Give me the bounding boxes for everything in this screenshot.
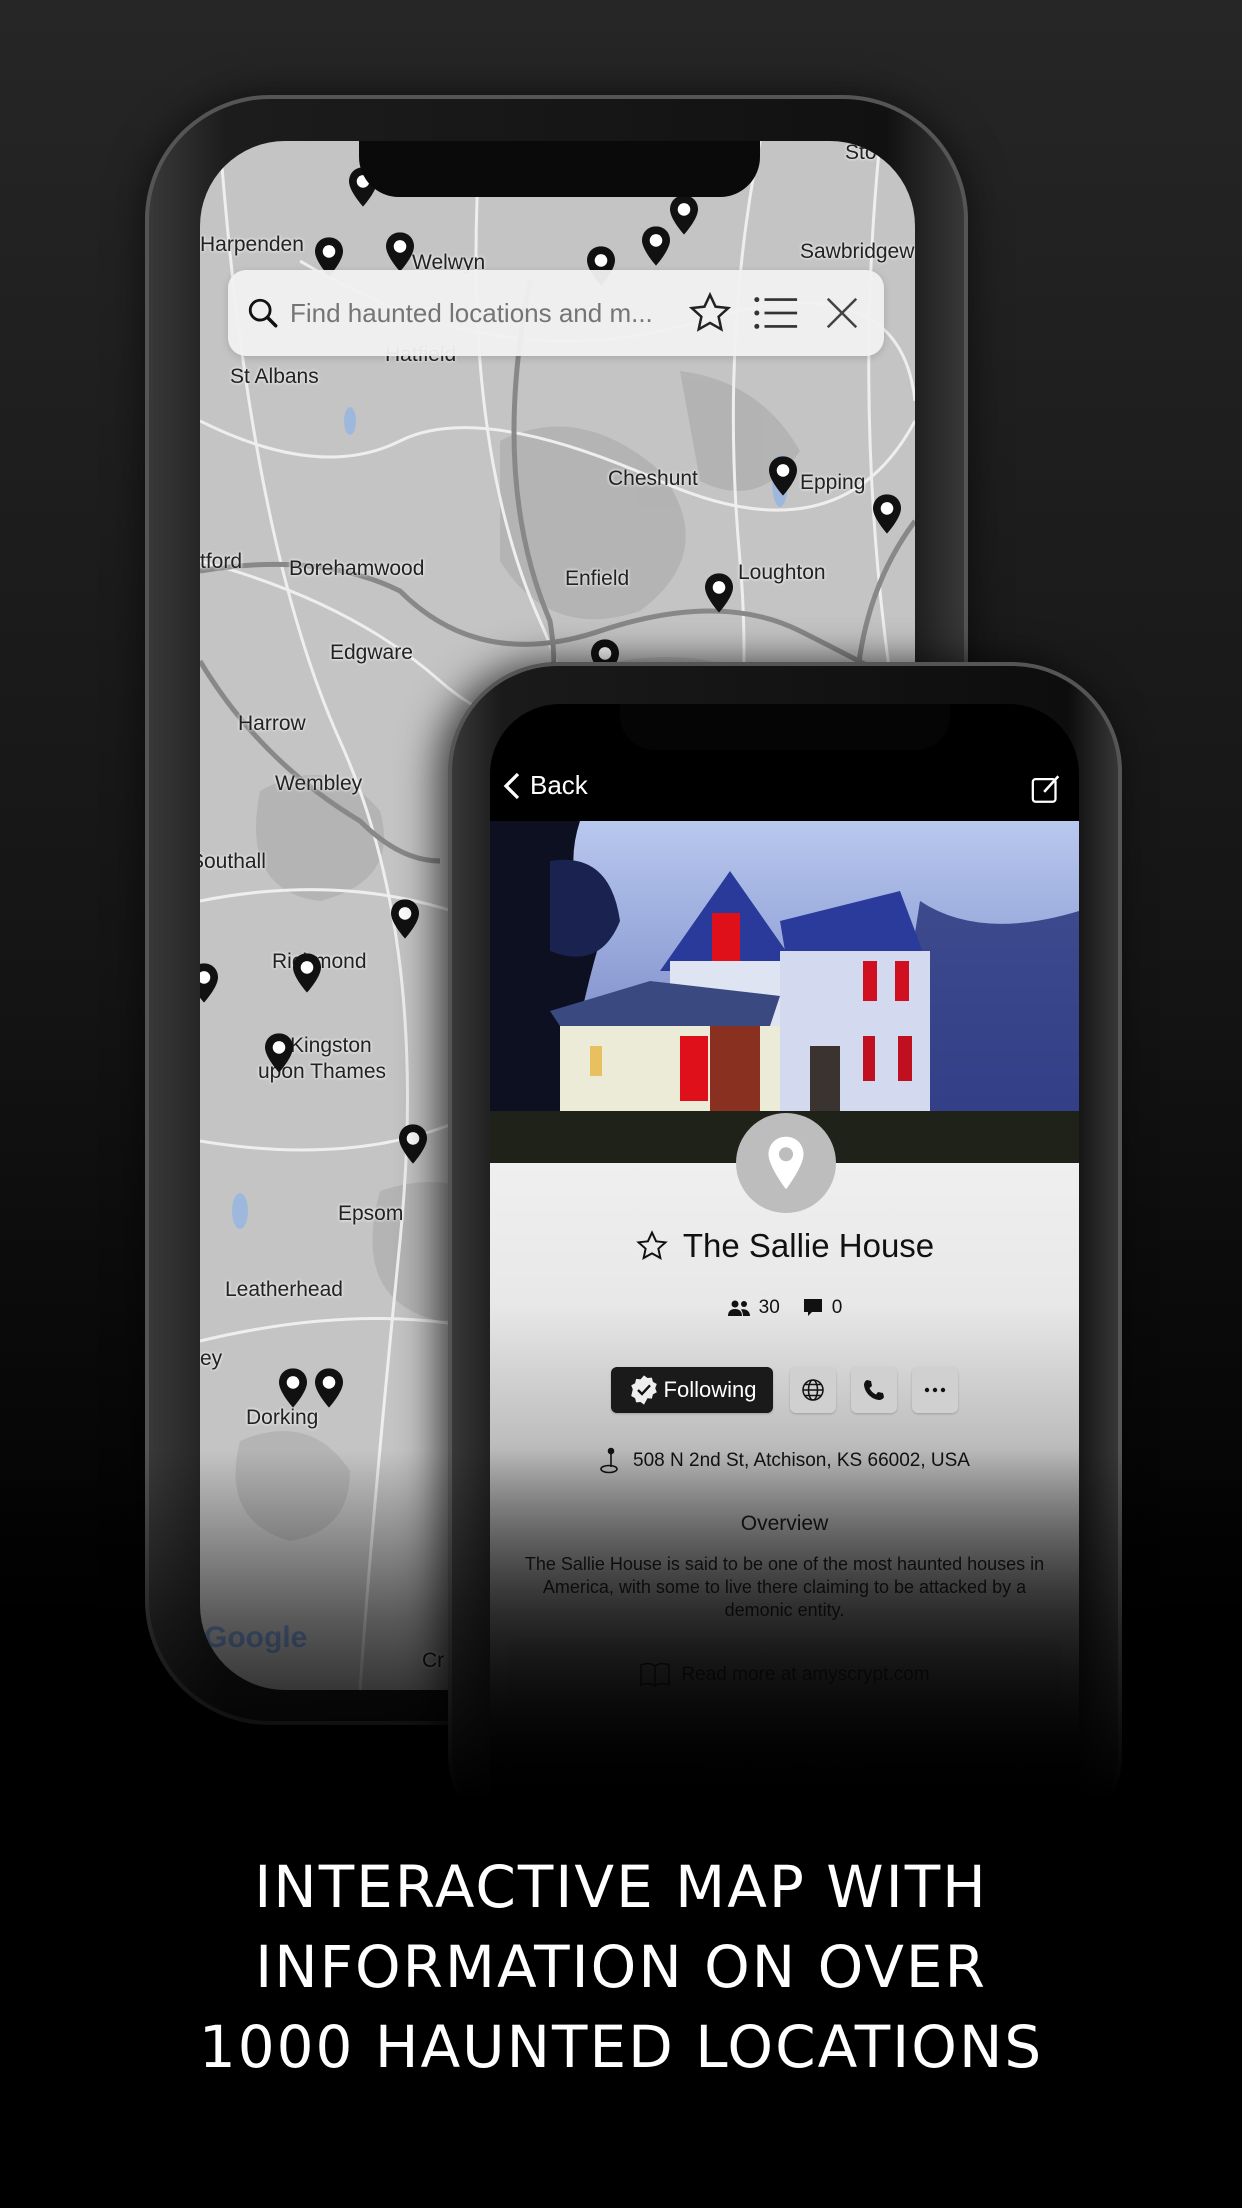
phone-icon <box>864 1380 884 1400</box>
location-avatar <box>736 1113 836 1213</box>
map-pin-icon[interactable] <box>396 1123 430 1165</box>
detail-panel <box>490 1163 1079 1854</box>
map-pin-icon[interactable] <box>262 1032 296 1074</box>
map-label: ey <box>200 1347 223 1370</box>
map-pin-icon[interactable] <box>276 1367 310 1409</box>
favorite-star-icon[interactable] <box>635 1229 669 1263</box>
map-label: Edgware <box>330 641 413 664</box>
back-button[interactable]: Back <box>502 770 588 801</box>
ellipsis-icon <box>924 1387 946 1393</box>
map-pin-icon[interactable] <box>766 455 800 497</box>
map-pin-icon[interactable] <box>383 231 417 273</box>
close-icon <box>826 297 858 329</box>
title-row: The Sallie House <box>490 1227 1079 1265</box>
location-marker-icon <box>600 1447 618 1474</box>
verified-badge-icon <box>630 1375 657 1405</box>
caption-line: INTERACTIVE MAP WITH <box>254 1853 988 1921</box>
map-label: tford <box>200 550 243 573</box>
map-label: Dorking <box>246 1406 319 1429</box>
map-pin-icon[interactable] <box>312 1367 346 1409</box>
comments-count: 0 <box>831 1297 843 1318</box>
map-label: Sawbridgew <box>800 240 915 263</box>
search-input[interactable] <box>290 297 668 329</box>
list-button[interactable] <box>752 289 800 337</box>
map-pin-icon[interactable] <box>870 493 904 535</box>
location-title: The Sallie House <box>682 1227 935 1264</box>
search-icon <box>248 298 278 328</box>
edit-icon[interactable] <box>1030 772 1064 806</box>
search-bar[interactable] <box>228 270 884 356</box>
map-label: Cr <box>422 1649 445 1672</box>
map-label: St Albans <box>230 365 319 388</box>
stats-row: 30 0 <box>490 1297 1079 1319</box>
list-icon <box>754 297 798 329</box>
phone-notch <box>620 704 950 750</box>
favorites-button[interactable] <box>686 289 734 337</box>
map-pin-icon[interactable] <box>702 572 736 614</box>
caption-line: 1000 HAUNTED LOCATIONS <box>198 2013 1044 2081</box>
map-label: Harrow <box>238 712 306 735</box>
followers-icon <box>727 1300 750 1316</box>
map-label: Harpenden <box>200 233 304 256</box>
globe-icon <box>802 1379 824 1401</box>
map-label: Leatherhead <box>225 1278 343 1301</box>
map-pin-icon[interactable] <box>388 898 422 940</box>
close-button[interactable] <box>818 289 866 337</box>
location-photo <box>490 821 1079 1163</box>
map-label: Cheshunt <box>608 467 698 490</box>
star-icon <box>688 291 732 332</box>
map-pin-icon[interactable] <box>290 952 324 994</box>
tours-heading: Tours and Events <box>703 1754 866 1777</box>
map-label: Sto <box>845 141 877 164</box>
map-pin-icon <box>768 1136 804 1190</box>
map-label: Borehamwood <box>289 557 425 580</box>
detail-screen: Back The Sallie House 30 0 Following 508… <box>490 704 1079 1854</box>
comments-icon <box>803 1299 822 1316</box>
back-label: Back <box>530 770 588 800</box>
following-label: Following <box>663 1377 757 1402</box>
address-text: 508 N 2nd St, Atchison, KS 66002, USA <box>633 1450 970 1471</box>
following-button[interactable]: Following <box>611 1367 773 1413</box>
address-row[interactable]: 508 N 2nd St, Atchison, KS 66002, USA <box>490 1447 1079 1475</box>
caption-line: INFORMATION ON OVER <box>255 1933 987 2001</box>
map-label: Epsom <box>338 1202 404 1225</box>
call-button[interactable] <box>851 1367 897 1413</box>
promo-caption: INTERACTIVE MAP WITH INFORMATION ON OVER… <box>0 1847 1242 2087</box>
more-button[interactable] <box>912 1367 958 1413</box>
map-pin-icon[interactable] <box>200 962 221 1004</box>
google-logo: Google <box>204 1621 308 1654</box>
overview-heading: Overview <box>740 1512 829 1535</box>
map-label: Wembley <box>275 772 363 795</box>
followers-count: 30 <box>758 1297 780 1318</box>
map-label: Epping <box>800 471 866 494</box>
website-button[interactable] <box>790 1367 836 1413</box>
map-label: Enfield <box>565 567 630 590</box>
overview-text: The Sallie House is said to be one of th… <box>524 1554 1045 1620</box>
map-label: Loughton <box>738 561 826 584</box>
map-pin-icon[interactable] <box>667 194 701 236</box>
read-more-text: Read more at amyscrypt.com <box>681 1664 930 1685</box>
phone-notch <box>359 141 760 197</box>
chevron-left-icon <box>503 772 520 799</box>
map-label: Kingston <box>290 1034 372 1057</box>
read-more-link[interactable]: Read more at amyscrypt.com <box>508 1639 1061 1711</box>
book-icon <box>640 1662 671 1687</box>
map-label: Southall <box>200 850 266 873</box>
